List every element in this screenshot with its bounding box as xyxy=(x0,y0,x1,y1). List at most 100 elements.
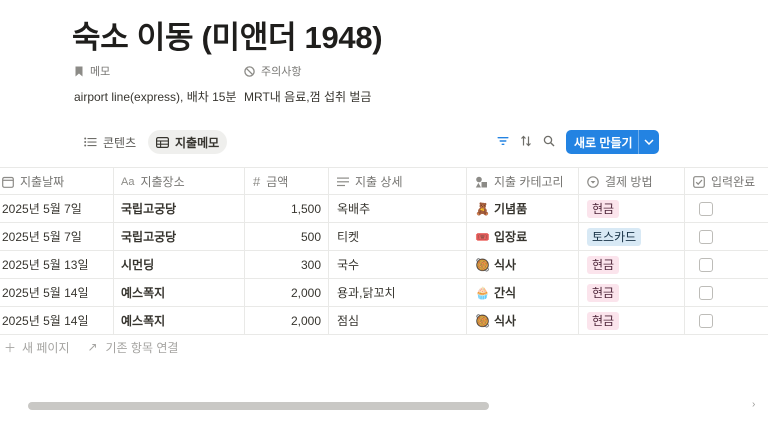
teddy-bear-icon: 🧸 xyxy=(475,201,490,216)
cell-date[interactable]: 2025년 5월 14일 xyxy=(0,279,114,306)
text-aa-icon: Aa xyxy=(121,175,135,188)
bookmark-icon xyxy=(74,66,84,77)
page-title[interactable]: 숙소 이동 (미앤더 1948) xyxy=(72,12,383,57)
meal-icon: 🥘 xyxy=(475,313,490,328)
table-row[interactable]: 2025년 5월 13일 시먼딩 300 국수 🥘 식사 현금 xyxy=(0,251,768,279)
sort-icon[interactable] xyxy=(520,134,532,152)
cell-payment[interactable]: 현금 xyxy=(579,307,685,334)
property-caution[interactable]: 주의사항 MRT내 음료,껌 섭취 벌금 xyxy=(244,64,371,105)
shapes-icon xyxy=(475,176,488,188)
payment-tag: 현금 xyxy=(587,255,620,274)
cell-category[interactable]: 🧸 기념품 xyxy=(467,195,579,222)
database-table: 지출날짜 Aa 지출장소 # 금액 지출 상세 지출 카테고리 결제 방법 입력… xyxy=(0,167,768,335)
view-tab-label: 콘텐츠 xyxy=(103,135,137,150)
list-icon xyxy=(84,137,97,147)
prohibited-icon xyxy=(244,65,255,77)
done-checkbox[interactable] xyxy=(699,229,713,244)
cell-amount[interactable]: 1,500 xyxy=(245,195,329,222)
cell-category[interactable]: 🥘 식사 xyxy=(467,307,579,334)
cell-done xyxy=(685,279,768,306)
column-header-date[interactable]: 지출날짜 xyxy=(0,168,114,195)
scrollbar-thumb[interactable] xyxy=(28,402,489,410)
table-footer: ＋ 새 페이지 ↗ 기존 항목 연결 xyxy=(4,338,178,356)
view-tab-expense-memo[interactable]: 지출메모 xyxy=(148,130,228,154)
cell-category[interactable]: 🎟️ 입장료 xyxy=(467,223,579,250)
plus-icon[interactable]: ＋ xyxy=(4,339,16,356)
column-header-place[interactable]: Aa 지출장소 xyxy=(114,168,245,195)
cell-done xyxy=(685,223,768,250)
table-row[interactable]: 2025년 5월 14일 예스폭지 2,000 용과,닭꼬치 🧁 간식 현금 xyxy=(0,279,768,307)
cell-amount[interactable]: 2,000 xyxy=(245,279,329,306)
done-checkbox[interactable] xyxy=(699,285,713,300)
cell-category[interactable]: 🧁 간식 xyxy=(467,279,579,306)
table-row[interactable]: 2025년 5월 7일 국립고궁당 1,500 옥배추 🧸 기념품 현금 xyxy=(0,195,768,223)
number-hash-icon: # xyxy=(253,174,261,189)
payment-tag: 현금 xyxy=(587,311,620,330)
checkbox-icon xyxy=(693,175,705,188)
payment-tag: 토스카드 xyxy=(587,227,642,246)
cell-place[interactable]: 예스폭지 xyxy=(114,279,245,306)
cell-place[interactable]: 국립고궁당 xyxy=(114,195,245,222)
cell-payment[interactable]: 토스카드 xyxy=(579,223,685,250)
ticket-icon: 🎟️ xyxy=(475,229,490,244)
database-toolbar: 콘텐츠 지출메모 새로 만들기 xyxy=(0,128,768,156)
link-existing-button[interactable]: 기존 항목 연결 xyxy=(106,339,179,356)
cell-detail[interactable]: 용과,닭꼬치 xyxy=(329,279,467,306)
property-memo[interactable]: 메모 airport line(express), 배차 15분 xyxy=(74,64,237,105)
column-header-payment[interactable]: 결제 방법 xyxy=(579,168,685,195)
cell-date[interactable]: 2025년 5월 7일 xyxy=(0,223,114,250)
cell-date[interactable]: 2025년 5월 14일 xyxy=(0,307,114,334)
cell-done xyxy=(685,307,768,334)
new-button[interactable]: 새로 만들기 xyxy=(566,130,659,154)
scroll-right-arrow-icon[interactable]: › xyxy=(752,399,755,410)
page-properties: 메모 airport line(express), 배차 15분 주의사항 MR… xyxy=(72,64,492,108)
chevron-down-icon[interactable] xyxy=(639,139,659,145)
view-tab-label: 지출메모 xyxy=(175,135,220,150)
table-row[interactable]: 2025년 5월 14일 예스폭지 2,000 점심 🥘 식사 현금 xyxy=(0,307,768,335)
cupcake-icon: 🧁 xyxy=(475,285,490,300)
column-header-done[interactable]: 입력완료 xyxy=(685,168,768,195)
view-tab-contents[interactable]: 콘텐츠 xyxy=(76,130,144,154)
done-checkbox[interactable] xyxy=(699,257,713,272)
cell-date[interactable]: 2025년 5월 7일 xyxy=(0,195,114,222)
table-icon xyxy=(156,136,169,148)
done-checkbox[interactable] xyxy=(699,201,713,216)
cell-payment[interactable]: 현금 xyxy=(579,195,685,222)
table-row[interactable]: 2025년 5월 7일 국립고궁당 500 티켓 🎟️ 입장료 토스카드 xyxy=(0,223,768,251)
done-checkbox[interactable] xyxy=(699,313,713,328)
property-memo-label: 메모 xyxy=(90,66,111,78)
meal-icon: 🥘 xyxy=(475,257,490,272)
column-header-detail[interactable]: 지출 상세 xyxy=(329,168,467,195)
new-page-button[interactable]: 새 페이지 xyxy=(22,339,70,356)
payment-tag: 현금 xyxy=(587,283,620,302)
column-header-amount[interactable]: # 금액 xyxy=(245,168,329,195)
text-lines-icon xyxy=(337,177,349,187)
cell-date[interactable]: 2025년 5월 13일 xyxy=(0,251,114,278)
column-header-category[interactable]: 지출 카테고리 xyxy=(467,168,579,195)
cell-place[interactable]: 국립고궁당 xyxy=(114,223,245,250)
cell-payment[interactable]: 현금 xyxy=(579,251,685,278)
cell-detail[interactable]: 티켓 xyxy=(329,223,467,250)
cell-amount[interactable]: 2,000 xyxy=(245,307,329,334)
cell-payment[interactable]: 현금 xyxy=(579,279,685,306)
table-header-row: 지출날짜 Aa 지출장소 # 금액 지출 상세 지출 카테고리 결제 방법 입력… xyxy=(0,167,768,195)
cell-amount[interactable]: 500 xyxy=(245,223,329,250)
horizontal-scrollbar[interactable] xyxy=(28,402,748,410)
cell-amount[interactable]: 300 xyxy=(245,251,329,278)
cell-detail[interactable]: 국수 xyxy=(329,251,467,278)
arrow-up-right-icon[interactable]: ↗ xyxy=(88,340,100,354)
cell-detail[interactable]: 점심 xyxy=(329,307,467,334)
property-caution-label: 주의사항 xyxy=(261,66,302,78)
cell-place[interactable]: 시먼딩 xyxy=(114,251,245,278)
new-button-label: 새로 만들기 xyxy=(574,135,633,150)
search-icon[interactable] xyxy=(543,134,555,152)
cell-category[interactable]: 🥘 식사 xyxy=(467,251,579,278)
property-memo-value[interactable]: airport line(express), 배차 15분 xyxy=(74,88,237,105)
cell-done xyxy=(685,251,768,278)
cell-done xyxy=(685,195,768,222)
cell-place[interactable]: 예스폭지 xyxy=(114,307,245,334)
filter-icon[interactable] xyxy=(497,134,509,152)
select-icon xyxy=(587,175,599,188)
cell-detail[interactable]: 옥배추 xyxy=(329,195,467,222)
property-caution-value[interactable]: MRT내 음료,껌 섭취 벌금 xyxy=(244,88,371,105)
